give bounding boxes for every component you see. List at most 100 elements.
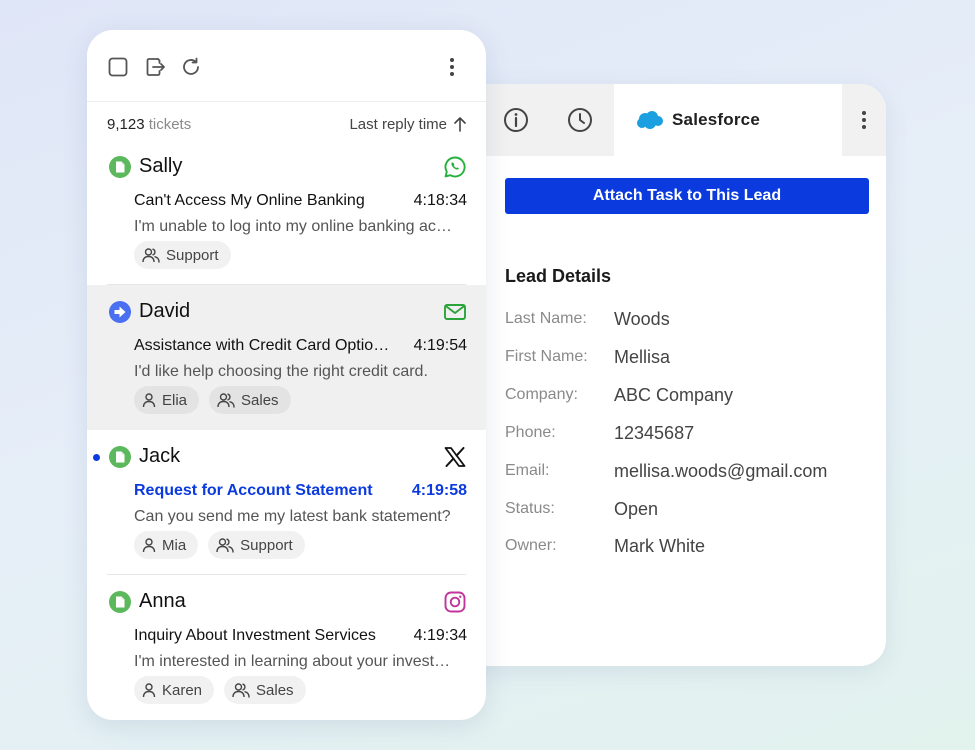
ticket-time: 4:19:58 bbox=[411, 482, 467, 499]
lead-field-company: Company: ABC Company bbox=[505, 383, 875, 407]
tab-info[interactable] bbox=[496, 84, 536, 156]
field-label: Phone: bbox=[505, 424, 556, 441]
tag-label: Mia bbox=[162, 536, 187, 554]
channel-x bbox=[443, 445, 467, 469]
ticket-subject: Inquiry About Investment Services bbox=[134, 627, 376, 644]
document-icon bbox=[109, 156, 131, 178]
group-icon bbox=[216, 538, 234, 553]
channel-email bbox=[443, 300, 467, 324]
toolbar-more-button[interactable] bbox=[441, 56, 463, 78]
tag-team[interactable]: Sales bbox=[209, 386, 291, 414]
export-icon bbox=[146, 58, 165, 76]
salesforce-cloud-icon bbox=[637, 111, 663, 129]
ticket-tags: Elia Sales bbox=[134, 386, 291, 414]
tag-label: Sales bbox=[241, 391, 279, 409]
tag-agent[interactable]: Mia bbox=[134, 531, 199, 559]
ticket-tags: Mia Support bbox=[134, 531, 305, 559]
tab-salesforce-label: Salesforce bbox=[672, 110, 760, 129]
instagram-icon bbox=[444, 591, 466, 613]
field-value: Mellisa bbox=[614, 346, 671, 367]
x-icon bbox=[444, 447, 466, 467]
lead-field-last-name: Last Name: Woods bbox=[505, 307, 875, 331]
person-icon bbox=[142, 538, 156, 553]
refresh-icon bbox=[183, 57, 199, 75]
attach-task-button[interactable]: Attach Task to This Lead bbox=[505, 178, 869, 214]
lead-field-phone: Phone: 12345687 bbox=[505, 421, 875, 445]
ticket-customer-name: Anna bbox=[139, 590, 186, 612]
lead-field-status: Status: Open bbox=[505, 497, 875, 521]
tag-team[interactable]: Sales bbox=[224, 676, 306, 704]
more-vertical-icon bbox=[450, 58, 454, 76]
tab-salesforce[interactable]: Salesforce bbox=[614, 84, 842, 156]
lead-field-owner: Owner: Mark White bbox=[505, 534, 875, 558]
clock-icon bbox=[568, 108, 592, 132]
ticket-count-number: 9,123 bbox=[107, 115, 145, 133]
checkbox-icon bbox=[108, 57, 128, 77]
group-icon bbox=[217, 393, 235, 408]
tickets-toolbar bbox=[87, 30, 486, 102]
tab-history[interactable] bbox=[560, 84, 600, 156]
tag-agent[interactable]: Karen bbox=[134, 676, 215, 704]
field-value: 12345687 bbox=[614, 422, 695, 443]
person-icon bbox=[142, 393, 156, 408]
whatsapp-icon bbox=[444, 156, 466, 178]
ticket-tags: Karen Sales bbox=[134, 676, 306, 704]
field-value: mellisa.woods@gmail.com bbox=[614, 460, 828, 481]
lead-field-email: Email: mellisa.woods@gmail.com bbox=[505, 459, 875, 483]
ticket-time: 4:18:34 bbox=[413, 192, 467, 209]
tag-team[interactable]: Support bbox=[208, 531, 305, 559]
export-button[interactable] bbox=[144, 56, 166, 78]
ticket-customer-name: David bbox=[139, 300, 191, 322]
field-label: Status: bbox=[505, 500, 555, 517]
info-icon bbox=[504, 108, 528, 132]
ticket-count: 9,123 tickets bbox=[107, 116, 191, 133]
group-icon bbox=[232, 683, 250, 698]
ticket-preview: I'm interested in learning about your in… bbox=[134, 653, 451, 670]
crm-more-button[interactable] bbox=[842, 84, 886, 156]
field-value: Woods bbox=[614, 308, 670, 329]
ticket-subject: Request for Account Statement bbox=[134, 482, 373, 499]
ticket-time: 4:19:54 bbox=[413, 337, 467, 354]
ticket-preview: I'm unable to log into my online banking… bbox=[134, 218, 452, 235]
email-icon bbox=[444, 304, 466, 320]
field-label: Company: bbox=[505, 386, 578, 403]
unread-indicator bbox=[93, 454, 100, 461]
field-value: ABC Company bbox=[614, 384, 734, 405]
ticket-item[interactable]: Sally Can't Access My Online Banking 4:1… bbox=[87, 140, 486, 285]
channel-instagram bbox=[443, 590, 467, 614]
field-label: Owner: bbox=[505, 537, 557, 554]
ticket-count-row: 9,123 tickets Last reply time bbox=[107, 114, 467, 134]
ticket-customer-name: Jack bbox=[139, 445, 181, 467]
tag-agent[interactable]: Elia bbox=[134, 386, 200, 414]
refresh-button[interactable] bbox=[180, 56, 202, 78]
ticket-count-suffix: tickets bbox=[148, 115, 192, 133]
tag-label: Support bbox=[166, 246, 219, 264]
channel-whatsapp bbox=[443, 155, 467, 179]
sort-label: Last reply time bbox=[349, 115, 447, 133]
ticket-customer-name: Sally bbox=[139, 155, 183, 177]
ticket-preview: I'd like help choosing the right credit … bbox=[134, 363, 428, 380]
ticket-preview: Can you send me my latest bank statement… bbox=[134, 508, 451, 525]
crm-tab-bar: Salesforce bbox=[440, 84, 886, 156]
tag-label: Karen bbox=[162, 681, 203, 699]
tag-label: Elia bbox=[162, 391, 188, 409]
sort-control[interactable]: Last reply time bbox=[349, 116, 467, 133]
field-label: First Name: bbox=[505, 348, 588, 365]
field-value: Open bbox=[614, 498, 659, 519]
field-value: Mark White bbox=[614, 535, 706, 556]
crm-panel: Salesforce Attach Task to This Lead Lead… bbox=[440, 84, 886, 666]
document-icon bbox=[109, 446, 131, 468]
tag-label: Support bbox=[240, 536, 293, 554]
tickets-panel: 9,123 tickets Last reply time Sally Can'… bbox=[87, 30, 486, 720]
field-label: Last Name: bbox=[505, 310, 587, 327]
tag-team[interactable]: Support bbox=[134, 241, 231, 269]
ticket-item[interactable]: David Assistance with Credit Card Optio…… bbox=[87, 285, 486, 430]
arrow-up-icon bbox=[454, 117, 466, 132]
document-icon bbox=[109, 591, 131, 613]
ticket-item[interactable]: Anna Inquiry About Investment Services 4… bbox=[87, 575, 486, 720]
select-all-checkbox[interactable] bbox=[107, 56, 129, 78]
ticket-item[interactable]: Jack Request for Account Statement 4:19:… bbox=[87, 430, 486, 575]
arrow-right-circle-icon bbox=[109, 301, 131, 323]
field-label: Email: bbox=[505, 462, 550, 479]
person-icon bbox=[142, 683, 156, 698]
